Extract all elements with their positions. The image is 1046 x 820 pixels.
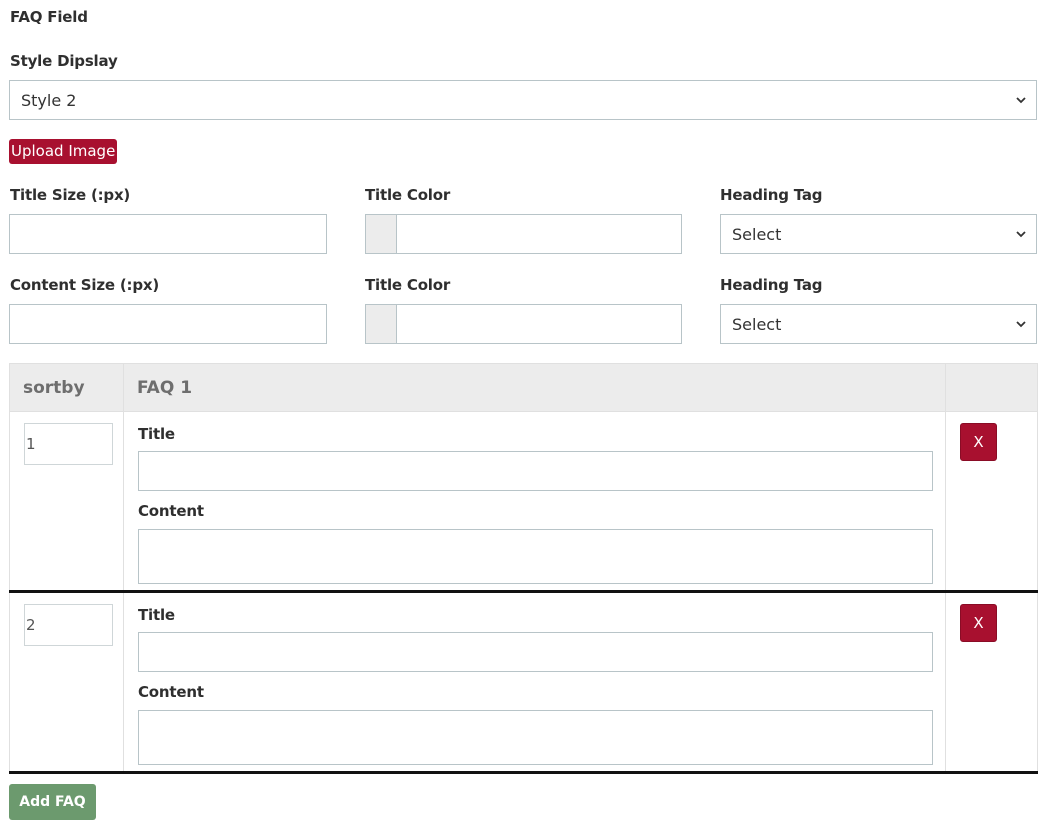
- title-color-label: Title Color: [365, 186, 451, 204]
- heading-tag-value: Select: [732, 224, 782, 244]
- actions-cell: X: [945, 591, 1038, 774]
- faq-cell: Title Content: [123, 591, 946, 774]
- faq-row: 2 Title Content X: [9, 591, 1038, 774]
- faq-title-input[interactable]: [138, 632, 933, 672]
- sortby-cell: 2: [9, 591, 124, 774]
- faq-content-label: Content: [138, 683, 204, 701]
- header-actions: [945, 363, 1038, 412]
- add-faq-button[interactable]: Add FAQ: [9, 784, 96, 820]
- style-display-value: Style 2: [21, 90, 77, 110]
- heading-tag-label: Heading Tag: [720, 186, 823, 204]
- faq-cell: Title Content: [123, 411, 946, 593]
- sortby-input[interactable]: 1: [24, 423, 113, 465]
- content-heading-tag-label: Heading Tag: [720, 276, 823, 294]
- upload-image-button[interactable]: Upload Image: [9, 139, 118, 164]
- faq-table: sortby FAQ 1 1 Title Content X 2 Title C…: [9, 363, 1038, 774]
- heading-tag-select[interactable]: Select: [720, 214, 1037, 254]
- chevron-down-icon: [1016, 321, 1026, 328]
- content-size-input[interactable]: [9, 304, 327, 344]
- color-swatch[interactable]: [366, 305, 397, 343]
- header-sortby: sortby: [9, 363, 124, 412]
- remove-row-button[interactable]: X: [960, 604, 997, 642]
- chevron-down-icon: [1016, 97, 1026, 104]
- color-swatch[interactable]: [366, 215, 397, 253]
- content-color-label: Title Color: [365, 276, 451, 294]
- faq-title-label: Title: [138, 425, 175, 443]
- actions-cell: X: [945, 411, 1038, 593]
- content-heading-tag-select[interactable]: Select: [720, 304, 1037, 344]
- content-size-label: Content Size (:px): [10, 276, 160, 294]
- heading-tag-value: Select: [732, 314, 782, 334]
- content-color-input[interactable]: [365, 304, 682, 344]
- sortby-input[interactable]: 2: [24, 604, 113, 646]
- sortby-cell: 1: [9, 411, 124, 593]
- title-size-input[interactable]: [9, 214, 327, 254]
- faq-content-label: Content: [138, 502, 204, 520]
- title-size-label: Title Size (:px): [10, 186, 131, 204]
- style-display-select[interactable]: Style 2: [9, 80, 1037, 120]
- faq-content-textarea[interactable]: [138, 529, 933, 584]
- field-title: FAQ Field: [10, 8, 88, 26]
- faq-title-label: Title: [138, 606, 175, 624]
- faq-content-textarea[interactable]: [138, 710, 933, 765]
- faq-table-header: sortby FAQ 1: [9, 363, 1038, 412]
- style-display-label: Style Dipslay: [10, 52, 118, 70]
- faq-title-input[interactable]: [138, 451, 933, 491]
- header-faq: FAQ 1: [123, 363, 946, 412]
- faq-row: 1 Title Content X: [9, 411, 1038, 593]
- chevron-down-icon: [1016, 231, 1026, 238]
- title-color-input[interactable]: [365, 214, 682, 254]
- remove-row-button[interactable]: X: [960, 423, 997, 461]
